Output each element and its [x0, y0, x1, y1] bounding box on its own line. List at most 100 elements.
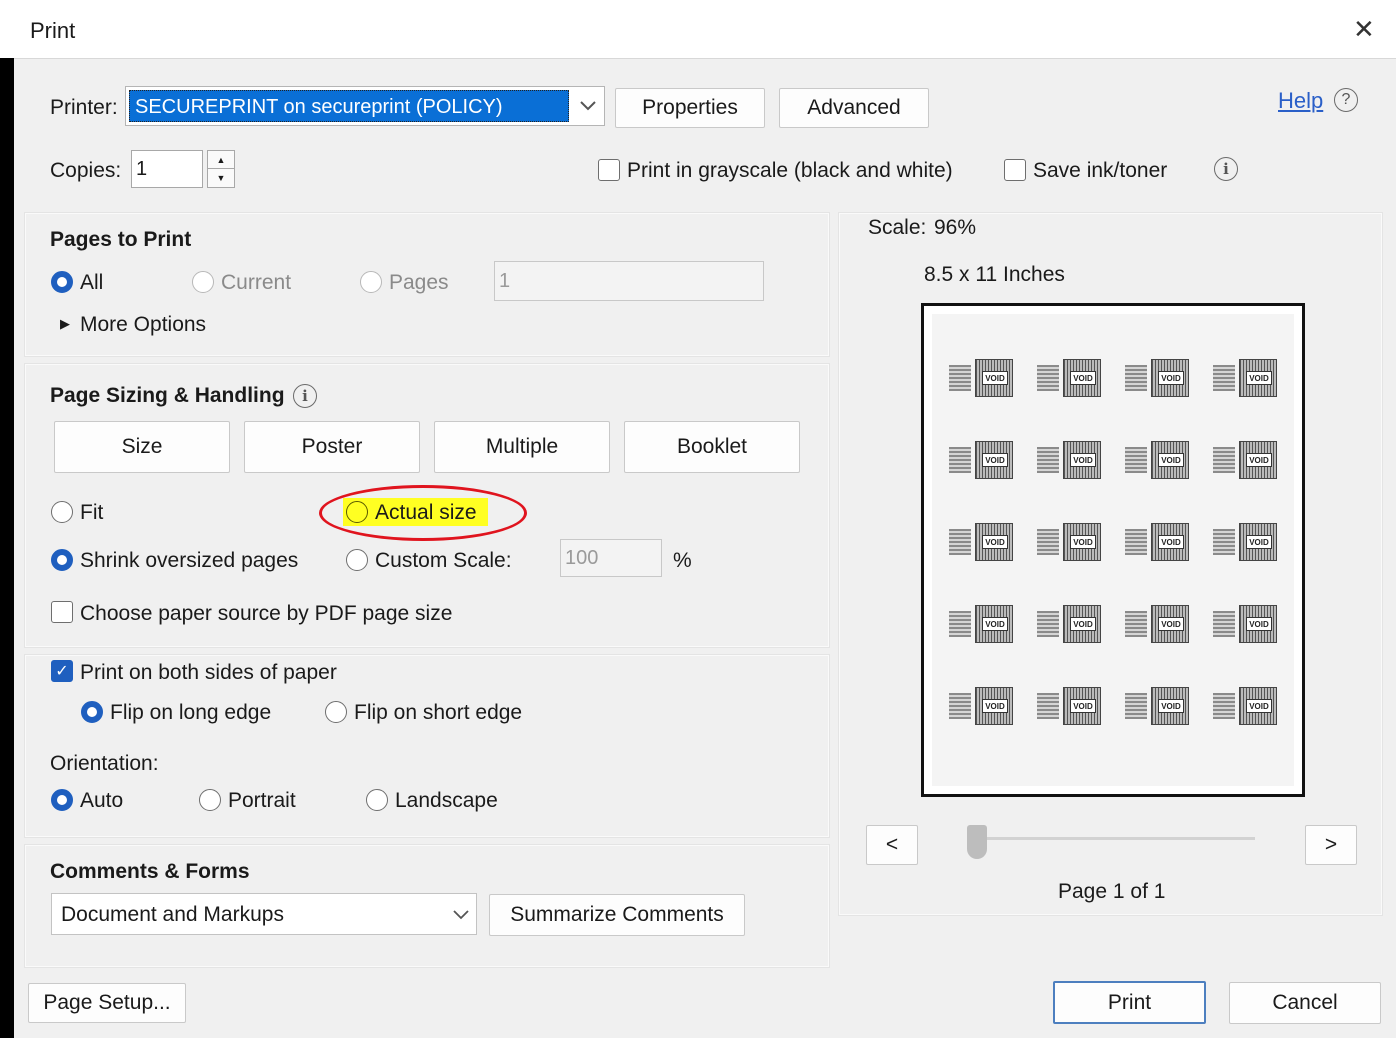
- tab-size[interactable]: Size: [54, 421, 230, 473]
- preview-card-stamp: VOID: [1063, 523, 1101, 561]
- paper-source-label: Choose paper source by PDF page size: [80, 602, 453, 625]
- close-icon[interactable]: ✕: [1353, 14, 1375, 45]
- preview-card-stamp: VOID: [975, 441, 1013, 479]
- help-link[interactable]: Help: [1278, 90, 1323, 112]
- preview-void-card: VOID: [1213, 605, 1279, 645]
- both-sides-label: Print on both sides of paper: [80, 661, 337, 684]
- tab-multiple[interactable]: Multiple: [434, 421, 610, 473]
- flip-short-edge-radio[interactable]: [325, 701, 347, 723]
- preview-void-card: VOID: [1125, 441, 1191, 481]
- chevron-down-icon: [453, 910, 469, 920]
- stepper-up-icon[interactable]: ▲: [208, 151, 234, 169]
- custom-scale-label: Custom Scale:: [375, 549, 512, 572]
- save-ink-checkbox[interactable]: [1004, 159, 1026, 181]
- preview-void-card: VOID: [1213, 441, 1279, 481]
- window-title: Print: [30, 18, 76, 43]
- shrink-oversized-radio[interactable]: [51, 549, 73, 571]
- void-label: VOID: [1246, 699, 1272, 713]
- preview-card-stamp: VOID: [1063, 441, 1101, 479]
- comments-forms-dropdown[interactable]: Document and Markups: [51, 893, 477, 935]
- page-slider-track[interactable]: [983, 837, 1255, 840]
- print-button[interactable]: Print: [1053, 981, 1206, 1024]
- question-circle-icon[interactable]: ?: [1334, 88, 1358, 112]
- custom-scale-radio[interactable]: [346, 549, 368, 571]
- void-label: VOID: [982, 371, 1008, 385]
- shrink-oversized-label: Shrink oversized pages: [80, 549, 299, 572]
- void-label: VOID: [1158, 699, 1184, 713]
- prev-page-button[interactable]: <: [866, 825, 918, 865]
- void-label: VOID: [1070, 371, 1096, 385]
- properties-button[interactable]: Properties: [615, 88, 765, 128]
- void-label: VOID: [1246, 453, 1272, 467]
- void-label: VOID: [982, 453, 1008, 467]
- preview-void-card: VOID: [949, 523, 1015, 563]
- page-slider-thumb[interactable]: [967, 825, 987, 859]
- tab-booklet[interactable]: Booklet: [624, 421, 800, 473]
- expand-arrow-icon[interactable]: ▶: [60, 316, 70, 332]
- current-radio[interactable]: [192, 271, 214, 293]
- orientation-auto-radio[interactable]: [51, 789, 73, 811]
- preview-card-lines: [1037, 529, 1059, 555]
- page-setup-button[interactable]: Page Setup...: [28, 983, 186, 1023]
- preview-void-card: VOID: [949, 441, 1015, 481]
- grayscale-checkbox[interactable]: [598, 159, 620, 181]
- preview-card-lines: [1125, 611, 1147, 637]
- advanced-button[interactable]: Advanced: [779, 88, 929, 128]
- info-circle-icon[interactable]: i: [1214, 157, 1238, 181]
- copies-input[interactable]: 1: [131, 150, 203, 188]
- preview-card-lines: [949, 529, 971, 555]
- pages-to-print-title: Pages to Print: [50, 228, 192, 251]
- percent-label: %: [673, 549, 692, 572]
- comments-forms-title: Comments & Forms: [50, 860, 250, 883]
- tab-poster[interactable]: Poster: [244, 421, 420, 473]
- preview-card-stamp: VOID: [1239, 523, 1277, 561]
- next-page-button[interactable]: >: [1305, 825, 1357, 865]
- void-label: VOID: [1158, 371, 1184, 385]
- flip-long-edge-radio[interactable]: [81, 701, 103, 723]
- scale-value: 96%: [934, 216, 977, 239]
- void-label: VOID: [1070, 699, 1096, 713]
- flip-long-edge-label: Flip on long edge: [110, 701, 272, 724]
- preview-card-lines: [949, 611, 971, 637]
- preview-card-stamp: VOID: [1151, 687, 1189, 725]
- void-label: VOID: [1070, 453, 1096, 467]
- printer-selection: SECUREPRINT on secureprint (POLICY): [129, 90, 569, 122]
- custom-scale-input[interactable]: 100: [560, 539, 662, 577]
- void-label: VOID: [982, 617, 1008, 631]
- fit-radio[interactable]: [51, 501, 73, 523]
- preview-card-stamp: VOID: [1151, 441, 1189, 479]
- printer-dropdown[interactable]: SECUREPRINT on secureprint (POLICY): [125, 86, 605, 126]
- preview-card-lines: [1037, 365, 1059, 391]
- preview-void-card: VOID: [1213, 687, 1279, 727]
- copies-stepper[interactable]: ▲ ▼: [207, 150, 235, 188]
- pages-label: Pages: [389, 271, 449, 294]
- all-label: All: [80, 271, 104, 294]
- copies-label: Copies:: [50, 159, 122, 182]
- orientation-portrait-label: Portrait: [228, 789, 296, 812]
- summarize-comments-button[interactable]: Summarize Comments: [489, 894, 745, 936]
- preview-card-lines: [1125, 529, 1147, 555]
- preview-card-stamp: VOID: [1151, 359, 1189, 397]
- more-options-toggle[interactable]: More Options: [80, 314, 206, 335]
- all-radio[interactable]: [51, 271, 73, 293]
- paper-source-checkbox[interactable]: [51, 601, 73, 623]
- pages-radio[interactable]: [360, 271, 382, 293]
- preview-void-card: VOID: [1037, 605, 1103, 645]
- orientation-portrait-radio[interactable]: [199, 789, 221, 811]
- both-sides-checkbox[interactable]: ✓: [51, 660, 73, 682]
- preview-card-lines: [1037, 611, 1059, 637]
- preview-void-card: VOID: [1125, 687, 1191, 727]
- chevron-down-icon: [580, 101, 596, 111]
- scale-label: Scale:: [868, 216, 927, 239]
- preview-card-lines: [1125, 693, 1147, 719]
- pages-range-input[interactable]: 1: [494, 261, 764, 301]
- cancel-button[interactable]: Cancel: [1229, 982, 1381, 1024]
- preview-card-stamp: VOID: [975, 687, 1013, 725]
- info-circle-icon[interactable]: i: [293, 384, 317, 408]
- stepper-down-icon[interactable]: ▼: [208, 169, 234, 187]
- annotation-ellipse: [319, 485, 527, 541]
- orientation-landscape-radio[interactable]: [366, 789, 388, 811]
- preview-card-stamp: VOID: [975, 523, 1013, 561]
- preview-card-stamp: VOID: [1151, 523, 1189, 561]
- preview-card-lines: [949, 447, 971, 473]
